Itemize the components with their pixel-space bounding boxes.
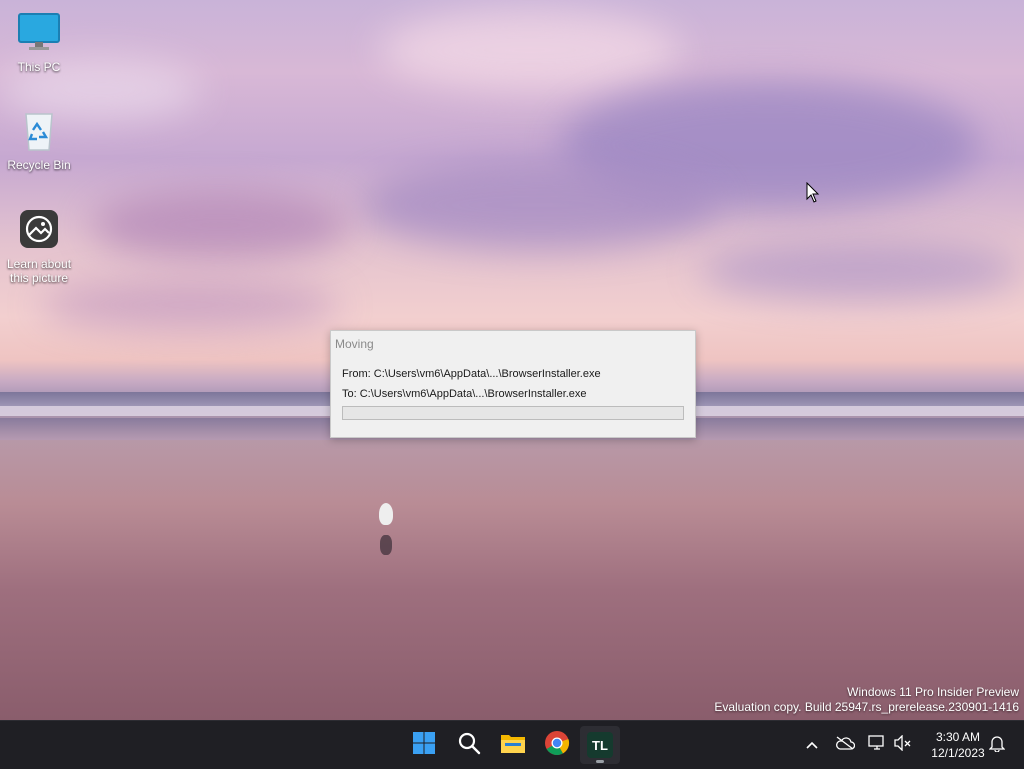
- folder-icon: [500, 732, 526, 759]
- seagull: [379, 503, 393, 525]
- start-button[interactable]: [404, 726, 444, 764]
- bell-icon: [988, 734, 1006, 757]
- network-icon: [868, 734, 886, 756]
- learn-picture-icon: [15, 205, 63, 253]
- dialog-to-path: To: C:\Users\vm6\AppData\...\BrowserInst…: [342, 388, 587, 400]
- windows-watermark: Windows 11 Pro Insider Preview Evaluatio…: [714, 685, 1019, 715]
- monitor-icon: [15, 8, 63, 56]
- moving-progress-dialog[interactable]: Moving From: C:\Users\vm6\AppData\...\Br…: [330, 330, 696, 438]
- desktop-icon-label: Learn about this picture: [6, 257, 72, 285]
- desktop-icon-label: Recycle Bin: [7, 158, 71, 172]
- chevron-up-icon: [806, 736, 818, 754]
- watermark-edition: Windows 11 Pro Insider Preview: [847, 685, 1019, 699]
- taskbar: TL 3:30 AM 12/1/2023: [0, 720, 1024, 769]
- windows-logo-icon: [412, 731, 436, 760]
- onedrive-button[interactable]: [834, 730, 856, 760]
- search-icon: [457, 731, 481, 760]
- dialog-title: Moving: [335, 337, 374, 351]
- notifications-button[interactable]: [986, 730, 1008, 760]
- tl-app-button[interactable]: TL: [580, 726, 620, 764]
- chrome-icon: [544, 730, 570, 761]
- running-indicator: [596, 760, 604, 763]
- dialog-from-path: From: C:\Users\vm6\AppData\...\BrowserIn…: [342, 368, 601, 380]
- desktop-icon-learn-about-picture[interactable]: Learn about this picture: [1, 205, 77, 285]
- volume-muted-icon: [894, 733, 912, 756]
- tl-app-icon: TL: [587, 732, 613, 758]
- network-button[interactable]: [866, 730, 888, 760]
- mouse-cursor-icon: [806, 181, 820, 209]
- progress-bar: [342, 406, 684, 420]
- desktop-icon-this-pc[interactable]: This PC: [1, 8, 77, 74]
- watermark-build: Evaluation copy. Build 25947.rs_prerelea…: [714, 700, 1019, 714]
- recycle-bin-icon: [15, 106, 63, 154]
- file-explorer-button[interactable]: [493, 726, 533, 764]
- onedrive-offline-icon: [835, 735, 856, 755]
- desktop-wallpaper: This PC Recycle Bin Learn about this pic…: [0, 0, 1024, 720]
- search-button[interactable]: [449, 726, 489, 764]
- tl-app-label: TL: [592, 737, 608, 753]
- show-hidden-icons-button[interactable]: [802, 730, 822, 760]
- desktop-icon-recycle-bin[interactable]: Recycle Bin: [1, 106, 77, 172]
- chrome-button[interactable]: [537, 726, 577, 764]
- desktop-icon-label: This PC: [17, 60, 61, 74]
- volume-button[interactable]: [892, 730, 914, 760]
